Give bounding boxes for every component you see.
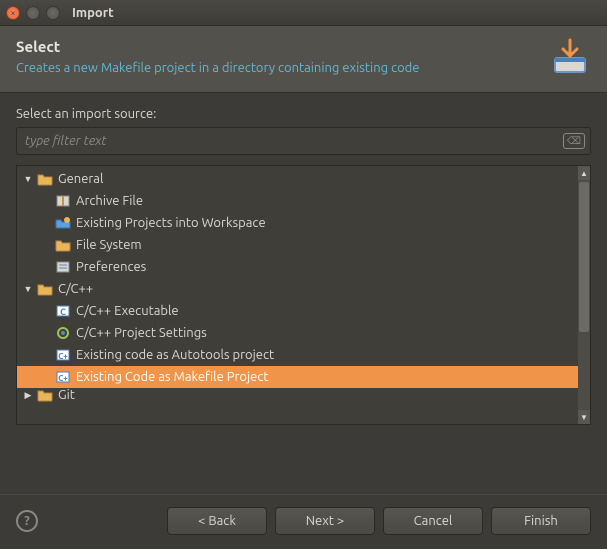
svg-text:C+: C+: [58, 374, 68, 383]
import-icon: [549, 38, 591, 80]
maximize-icon[interactable]: [46, 6, 60, 20]
cancel-button[interactable]: Cancel: [383, 507, 483, 535]
scroll-up-icon[interactable]: ▲: [578, 166, 590, 180]
tree-item[interactable]: C+ Existing Code as Makefile Project: [17, 366, 578, 388]
back-button[interactable]: < Back: [167, 507, 267, 535]
tree-group[interactable]: ▼ General: [17, 168, 578, 190]
c-proj-icon: C+: [55, 347, 71, 363]
next-button[interactable]: Next >: [275, 507, 375, 535]
tree-item-label: Existing Code as Makefile Project: [76, 370, 269, 384]
scroll-thumb[interactable]: [579, 182, 589, 332]
c-settings-icon: [55, 325, 71, 341]
folder-icon: [37, 171, 53, 187]
expander-icon[interactable]: ▼: [21, 174, 35, 184]
tree-item[interactable]: Archive File: [17, 190, 578, 212]
prefs-icon: [55, 259, 71, 275]
window-titlebar: × Import: [0, 0, 607, 26]
tree-group[interactable]: ▶ Git: [17, 388, 578, 402]
window-title: Import: [72, 6, 114, 20]
expander-icon[interactable]: ▶: [21, 390, 35, 401]
tree-group-label: Git: [58, 388, 75, 402]
tree-item[interactable]: C/C++ Project Settings: [17, 322, 578, 344]
tree-item-label: C/C++ Project Settings: [76, 326, 207, 340]
wizard-footer: ? < Back Next > Cancel Finish: [0, 494, 607, 549]
page-title: Select: [16, 38, 419, 55]
tree-group-label: General: [58, 172, 103, 186]
help-icon[interactable]: ?: [16, 510, 38, 532]
tree-group[interactable]: ▼ C/C++: [17, 278, 578, 300]
folder-icon: [37, 388, 53, 402]
svg-text:C+: C+: [58, 352, 68, 361]
svg-text:C: C: [60, 307, 66, 317]
scrollbar[interactable]: ▲ ▼: [578, 166, 590, 424]
tree-item-label: C/C++ Executable: [76, 304, 179, 318]
import-source-tree: ▼ General Archive File Existing Projects in…: [16, 165, 591, 425]
projects-icon: [55, 215, 71, 231]
scroll-down-icon[interactable]: ▼: [578, 410, 590, 424]
page-description: Creates a new Makefile project in a dire…: [16, 61, 419, 75]
c-exec-icon: C: [55, 303, 71, 319]
wizard-banner: Select Creates a new Makefile project in…: [0, 26, 607, 93]
close-icon[interactable]: ×: [6, 6, 20, 20]
tree-item[interactable]: Preferences: [17, 256, 578, 278]
tree-item-label: Existing code as Autotools project: [76, 348, 274, 362]
wizard-body: Select an import source: ⌫ ▼ General Archi…: [0, 93, 607, 433]
tree-item-label: Existing Projects into Workspace: [76, 216, 266, 230]
filter-label: Select an import source:: [16, 107, 591, 121]
tree-item[interactable]: Existing Projects into Workspace: [17, 212, 578, 234]
finish-button[interactable]: Finish: [491, 507, 591, 535]
folder-icon: [55, 237, 71, 253]
c-proj-icon: C+: [55, 369, 71, 385]
clear-filter-icon[interactable]: ⌫: [563, 133, 585, 149]
tree-item-label: Archive File: [76, 194, 143, 208]
tree-item[interactable]: C+ Existing code as Autotools project: [17, 344, 578, 366]
tree-item[interactable]: File System: [17, 234, 578, 256]
expander-icon[interactable]: ▼: [21, 284, 35, 294]
folder-icon: [37, 281, 53, 297]
minimize-icon[interactable]: [26, 6, 40, 20]
filter-input[interactable]: [16, 127, 591, 155]
tree-item[interactable]: C C/C++ Executable: [17, 300, 578, 322]
tree-item-label: Preferences: [76, 260, 146, 274]
archive-icon: [55, 193, 71, 209]
tree-item-label: File System: [76, 238, 142, 252]
tree-group-label: C/C++: [58, 282, 93, 296]
